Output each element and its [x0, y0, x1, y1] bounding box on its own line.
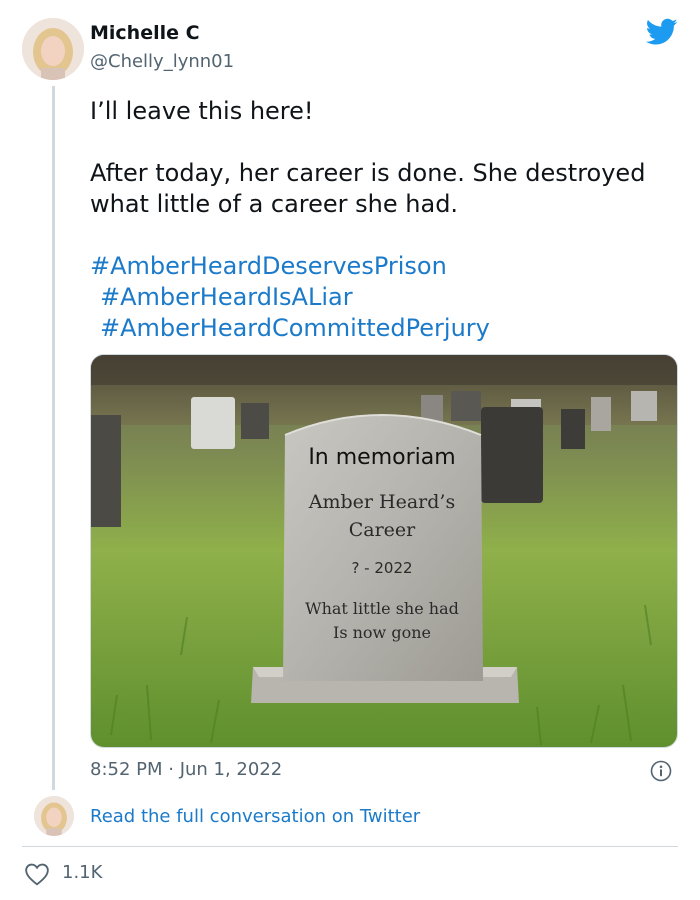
like-count[interactable]: 1.1K [62, 862, 102, 883]
tweet-line-intro: I’ll leave this here! [90, 97, 314, 125]
divider [22, 846, 678, 847]
tombstone-name: Amber Heard’s [308, 491, 456, 513]
avatar-photo [22, 18, 84, 80]
tweet-image[interactable]: In memoriam Amber Heard’s Career ? - 202… [90, 354, 678, 748]
tweet-line-body: After today, her career is done. She des… [90, 159, 646, 218]
read-conversation-link[interactable]: Read the full conversation on Twitter [90, 806, 420, 827]
tweet-timestamp[interactable]: 8:52 PM · Jun 1, 2022 [90, 759, 282, 780]
heart-icon[interactable] [24, 862, 50, 890]
hashtag-link[interactable]: #AmberHeardIsALiar [90, 282, 660, 313]
tombstone-epitaph-2: Is now gone [333, 623, 431, 642]
twitter-bird-icon[interactable] [645, 18, 678, 50]
tombstone-epitaph-1: What little she had [305, 599, 459, 618]
hashtag-link[interactable]: #AmberHeardDeservesPrison [90, 251, 660, 282]
author-avatar[interactable] [22, 18, 84, 80]
author-handle[interactable]: @Chelly_lynn01 [90, 51, 234, 72]
tombstone-subject: Career [348, 519, 416, 541]
conversation-avatar[interactable] [34, 796, 74, 836]
thread-line [52, 86, 55, 790]
tweet-hashtags: #AmberHeardDeservesPrison #AmberHeardIsA… [90, 251, 660, 344]
hashtag-link[interactable]: #AmberHeardCommittedPerjury [90, 313, 660, 344]
info-icon[interactable] [650, 760, 672, 786]
author-name[interactable]: Michelle C [90, 22, 200, 44]
cemetery-scene [91, 355, 677, 747]
tweet-body: I’ll leave this here! After today, her c… [90, 96, 660, 344]
avatar-photo [34, 796, 74, 836]
tombstone-dates: ? - 2022 [351, 559, 413, 577]
tombstone-title: In memoriam [308, 445, 456, 470]
